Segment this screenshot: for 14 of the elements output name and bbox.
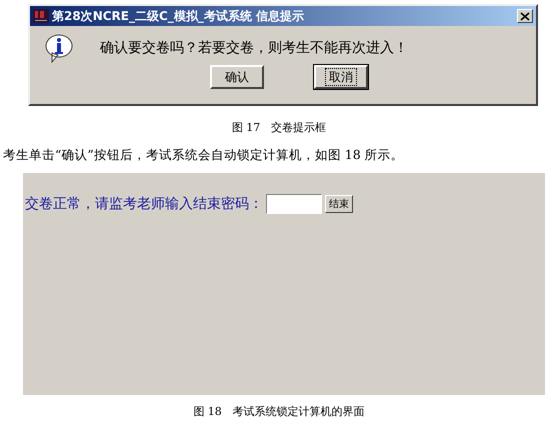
message-text: 确认要交卷吗？若要交卷，则考生不能再次进入！ [100, 39, 408, 57]
figure-caption: 图 18 考试系统锁定计算机的界面 [192, 404, 366, 419]
dialog-button[interactable]: 确认 [210, 65, 264, 89]
prompt-text: 交卷正常，请监考老师输入结束密码： [25, 195, 263, 213]
end-button[interactable]: 结束 [325, 195, 353, 213]
paragraph: 考生单击“确认”按钮后，考试系统会自动锁定计算机，如图 18 所示。 [3, 147, 405, 164]
info-icon [44, 33, 74, 63]
close-icon [520, 12, 530, 20]
app-icon [33, 9, 49, 23]
window-title: 第28次NCRE_二级C_模拟_考试系统 信息提示 [52, 8, 305, 24]
close-button[interactable] [517, 9, 533, 23]
dialog-button[interactable]: 取消 [314, 65, 368, 89]
password-field[interactable] [266, 194, 322, 214]
figure-caption: 图 17 交卷提示框 [230, 120, 328, 135]
